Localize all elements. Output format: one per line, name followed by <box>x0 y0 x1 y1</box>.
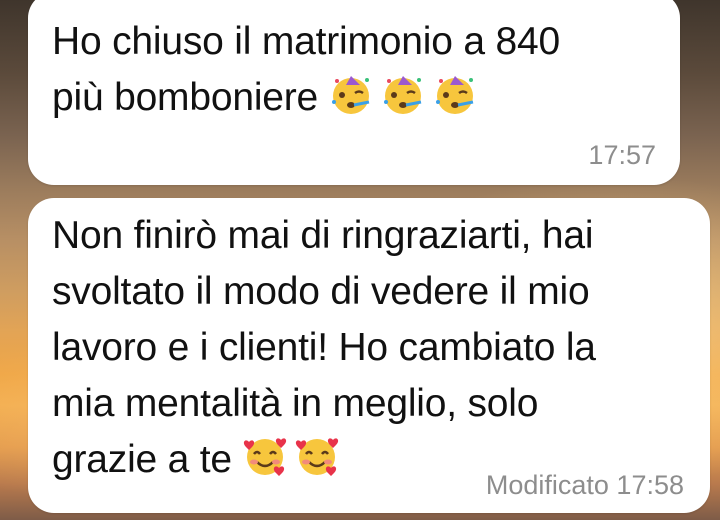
message-line: grazie a te <box>52 438 243 481</box>
message-edited-timestamp: Modificato 17:58 <box>486 470 684 501</box>
message-timestamp: 17:57 <box>588 140 656 170</box>
message-line: svoltato il modo di vedere il mio <box>52 270 590 313</box>
partying-face-icon <box>329 72 373 116</box>
message-line: Ho chiuso il matrimonio a 840 <box>52 20 560 63</box>
partying-face-icon <box>381 72 425 116</box>
smiling-face-with-hearts-icon <box>243 434 287 478</box>
message-bubble[interactable]: Ho chiuso il matrimonio a 840 più bombon… <box>28 0 680 185</box>
message-text: Ho chiuso il matrimonio a 840 più bombon… <box>52 14 560 126</box>
message-timestamp: 17:58 <box>616 470 684 500</box>
message-line: lavoro e i clienti! Ho cambiato la <box>52 326 596 369</box>
partying-face-icon <box>433 72 477 116</box>
message-bubble[interactable]: Non finirò mai di ringraziarti, hai svol… <box>28 198 710 513</box>
smiling-face-with-hearts-icon <box>295 434 339 478</box>
message-line: più bomboniere <box>52 76 329 119</box>
message-text: Non finirò mai di ringraziarti, hai svol… <box>52 208 596 488</box>
message-line: mia mentalità in meglio, solo <box>52 382 539 425</box>
message-line: Non finirò mai di ringraziarti, hai <box>52 214 594 257</box>
edited-label: Modificato <box>485 470 609 500</box>
